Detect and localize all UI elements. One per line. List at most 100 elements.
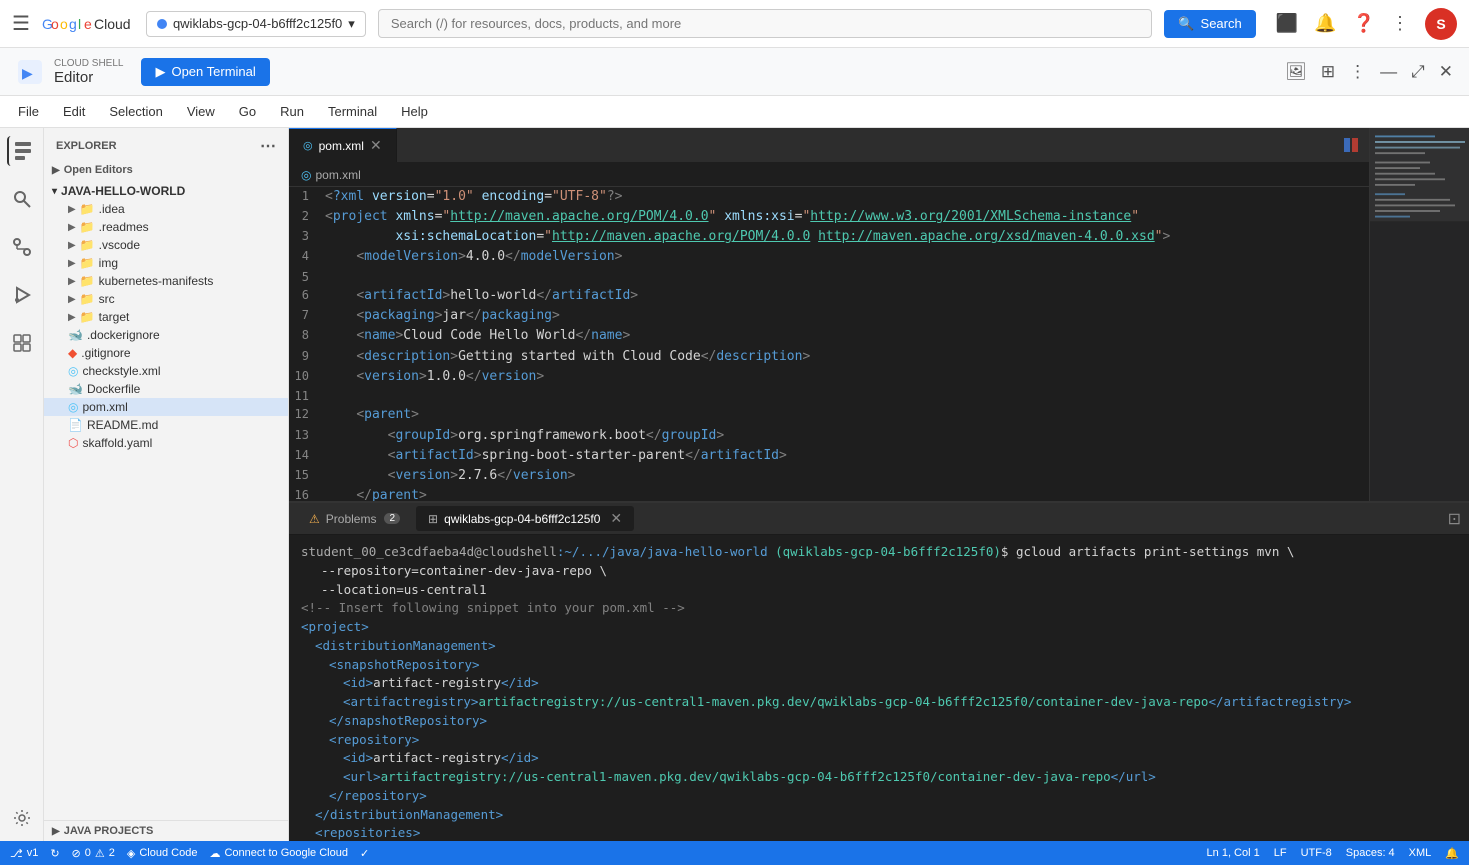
external-link-icon[interactable]: ⤢ <box>1411 62 1425 82</box>
folder-chevron-idea: ▶ <box>68 204 76 215</box>
project-selector[interactable]: qwiklabs-gcp-04-b6fff2c125f0 ▾ <box>146 11 366 37</box>
top-nav: ☰ G o o g l e Cloud qwiklabs-gcp-04-b6ff… <box>0 0 1469 48</box>
activity-source-control[interactable] <box>7 232 37 262</box>
readme-icon: 📄 <box>68 418 83 432</box>
terminal-line-3: <!-- Insert following snippet into your … <box>301 599 1457 618</box>
menu-go[interactable]: Go <box>229 100 266 123</box>
status-notifications[interactable]: 🔔 <box>1445 847 1459 860</box>
menu-run[interactable]: Run <box>270 100 314 123</box>
help-icon[interactable]: ❓ <box>1353 13 1375 34</box>
terminal-tab-close[interactable]: ✕ <box>610 510 622 527</box>
search-button[interactable]: 🔍 Search <box>1164 10 1255 38</box>
cloud-shell-bar: ▶ CLOUD SHELL Editor ▶ Open Terminal 🖼 ⊞… <box>0 48 1469 96</box>
file-readme[interactable]: 📄 README.md <box>44 416 288 434</box>
status-connect-cloud[interactable]: ☁ Connect to Google Cloud <box>209 847 348 860</box>
folder-src[interactable]: ▶ 📁 src <box>44 290 288 308</box>
close-shell-icon[interactable]: ✕ <box>1439 62 1453 82</box>
tab-close-pomxml[interactable]: ✕ <box>370 137 382 154</box>
terminal-line-2: --location=us-central1 <box>301 581 1457 600</box>
sidebar-more-icon[interactable]: ⋯ <box>260 136 276 156</box>
open-editors-title[interactable]: ▶ Open Editors <box>44 162 288 178</box>
activity-settings[interactable] <box>7 803 37 833</box>
terminal-project: (qwiklabs-gcp-04-b6fff2c125f0) <box>775 544 1001 559</box>
more-vert-icon[interactable]: ⋮ <box>1391 13 1409 34</box>
terminal-area: ⚠ Problems 2 ⊞ qwiklabs-gcp-04-b6fff2c12… <box>289 501 1469 841</box>
status-line-ending[interactable]: LF <box>1274 847 1287 859</box>
menu-file[interactable]: File <box>8 100 49 123</box>
xml-file-icon: ◎ <box>68 364 78 378</box>
file-gitignore[interactable]: ◆ .gitignore <box>44 344 288 362</box>
nav-icons: ⬛ 🔔 ❓ ⋮ S <box>1276 8 1457 40</box>
terminal-line-14: </repository> <box>301 787 1457 806</box>
bell-icon[interactable]: 🔔 <box>1314 13 1336 34</box>
camera-icon[interactable]: 🖼 <box>1285 62 1307 82</box>
folder-readmes[interactable]: ▶ 📁 .readmes <box>44 218 288 236</box>
folder-chevron-vscode: ▶ <box>68 240 76 251</box>
terminal-content[interactable]: student_00_ce3cdfaeba4d@cloudshell:~/...… <box>289 535 1469 841</box>
status-check[interactable]: ✓ <box>360 847 369 860</box>
status-sync[interactable]: ↻ <box>50 847 59 860</box>
docker-file-icon: 🐋 <box>68 328 83 342</box>
menu-help[interactable]: Help <box>391 100 438 123</box>
hamburger-icon[interactable]: ☰ <box>12 11 30 36</box>
cloud-shell-name: Editor <box>54 69 123 86</box>
code-line-1: 1 <?xml version="1.0" encoding="UTF-8"?> <box>289 187 1369 207</box>
problems-warn-icon: ⚠ <box>309 512 320 526</box>
cloud-shell-label: CLOUD SHELL <box>54 58 123 69</box>
folder-idea[interactable]: ▶ 📁 .idea <box>44 200 288 218</box>
minimap-toggle[interactable] <box>1333 128 1369 162</box>
folder-vscode[interactable]: ▶ 📁 .vscode <box>44 236 288 254</box>
terminal-path: :~/...​/java/java-hello-world <box>557 544 768 559</box>
editor-area: ◎ pom.xml ✕ ◎ pom.xml <box>289 128 1369 501</box>
chevron-down-icon: ▾ <box>348 16 355 32</box>
terminal-nav-icon[interactable]: ⬛ <box>1276 13 1298 34</box>
menu-edit[interactable]: Edit <box>53 100 95 123</box>
file-dockerfile[interactable]: 🐋 Dockerfile <box>44 380 288 398</box>
status-cloud-code[interactable]: ◈ Cloud Code <box>127 847 198 860</box>
folder-target[interactable]: ▶ 📁 target <box>44 308 288 326</box>
avatar[interactable]: S <box>1425 8 1457 40</box>
code-line-11: 11 <box>289 387 1369 406</box>
activity-explorer[interactable] <box>7 136 37 166</box>
minimize-icon[interactable]: — <box>1380 62 1397 82</box>
file-skaffold[interactable]: ⬡ skaffold.yaml <box>44 434 288 452</box>
root-folder-title[interactable]: ▾ JAVA-HELLO-WORLD <box>44 182 288 200</box>
check-icon: ✓ <box>360 847 369 860</box>
folder-kubernetes[interactable]: ▶ 📁 kubernetes-manifests <box>44 272 288 290</box>
menu-view[interactable]: View <box>177 100 225 123</box>
terminal-line-5: <project> <box>301 618 1457 637</box>
status-language[interactable]: XML <box>1409 847 1432 859</box>
code-line-13: 13 <groupId>org.springframework.boot</gr… <box>289 426 1369 446</box>
svg-text:l: l <box>78 16 81 32</box>
project-dot <box>157 19 167 29</box>
google-cloud-logo[interactable]: G o o g l e Cloud <box>42 13 134 35</box>
activity-search[interactable] <box>7 184 37 214</box>
terminal-split-icon[interactable]: ⊡ <box>1448 509 1461 529</box>
split-icon[interactable]: ⊞ <box>1321 62 1335 82</box>
code-line-10: 10 <version>1.0.0</version> <box>289 367 1369 387</box>
file-checkstyle[interactable]: ◎ checkstyle.xml <box>44 362 288 380</box>
tab-problems[interactable]: ⚠ Problems 2 <box>297 508 412 530</box>
error-icon: ⊘ <box>72 847 81 860</box>
tab-pomxml[interactable]: ◎ pom.xml ✕ <box>289 128 397 162</box>
file-dockerignore[interactable]: 🐋 .dockerignore <box>44 326 288 344</box>
status-spaces[interactable]: Spaces: 4 <box>1346 847 1395 859</box>
more-options-icon[interactable]: ⋮ <box>1349 62 1366 82</box>
logo-image: G o o g l e Cloud <box>42 13 134 35</box>
open-terminal-button[interactable]: ▶ Open Terminal <box>141 58 269 86</box>
file-pomxml[interactable]: ◎ pom.xml <box>44 398 288 416</box>
status-branch[interactable]: ⎇ v1 <box>10 847 38 860</box>
status-errors[interactable]: ⊘ 0 ⚠ 2 <box>72 847 115 860</box>
menu-selection[interactable]: Selection <box>99 100 172 123</box>
global-search-input[interactable] <box>378 9 1153 38</box>
status-encoding[interactable]: UTF-8 <box>1301 847 1332 859</box>
tab-terminal[interactable]: ⊞ qwiklabs-gcp-04-b6fff2c125f0 ✕ <box>416 506 634 531</box>
activity-run-debug[interactable] <box>7 280 37 310</box>
code-line-5: 5 <box>289 268 1369 287</box>
java-projects-title[interactable]: ▶ JAVA PROJECTS <box>44 823 288 839</box>
activity-extensions[interactable] <box>7 328 37 358</box>
status-position[interactable]: Ln 1, Col 1 <box>1207 847 1260 859</box>
menu-terminal[interactable]: Terminal <box>318 100 387 123</box>
folder-img[interactable]: ▶ 📁 img <box>44 254 288 272</box>
code-editor[interactable]: 1 <?xml version="1.0" encoding="UTF-8"?>… <box>289 187 1369 501</box>
